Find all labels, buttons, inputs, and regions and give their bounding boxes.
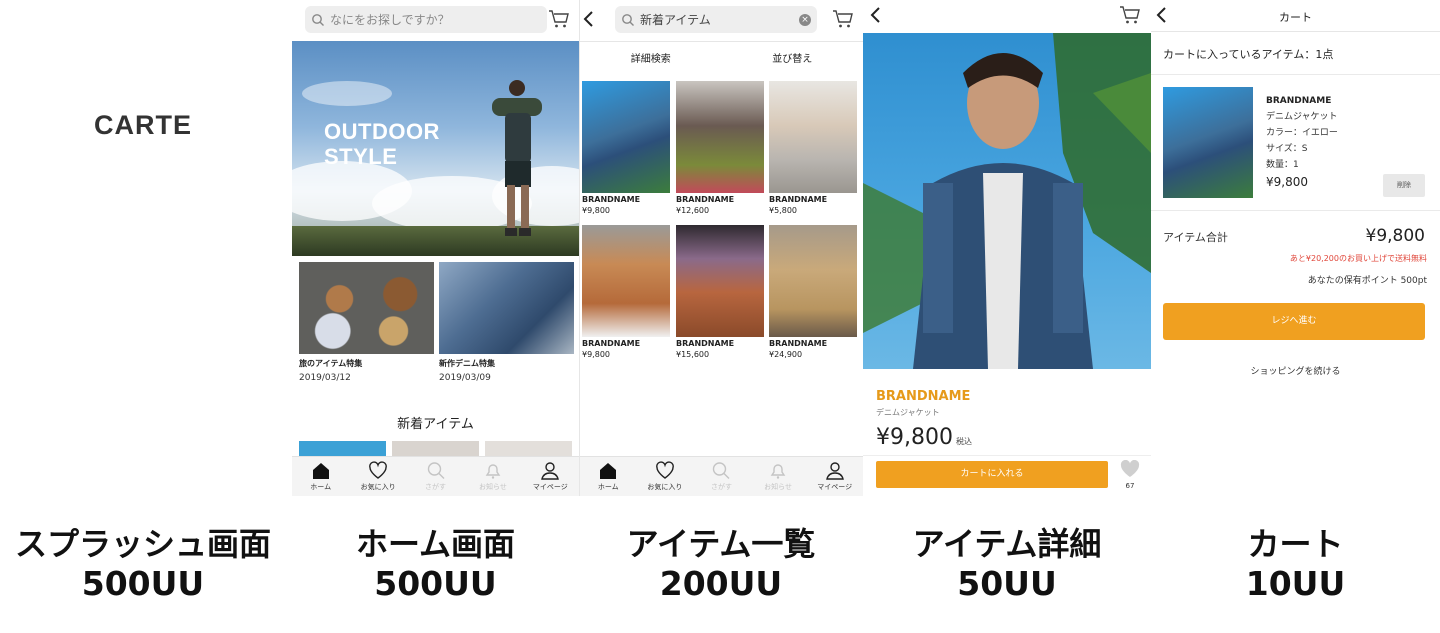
caption-list: アイテム一覧 200UU [626,525,816,603]
caption-home: ホーム画面 500UU [355,525,516,603]
caption-detail: アイテム詳細 50UU [912,525,1102,603]
caption-cart: カート 10UU [1245,525,1346,603]
caption-splash: スプラッシュ画面 500UU [14,525,271,603]
